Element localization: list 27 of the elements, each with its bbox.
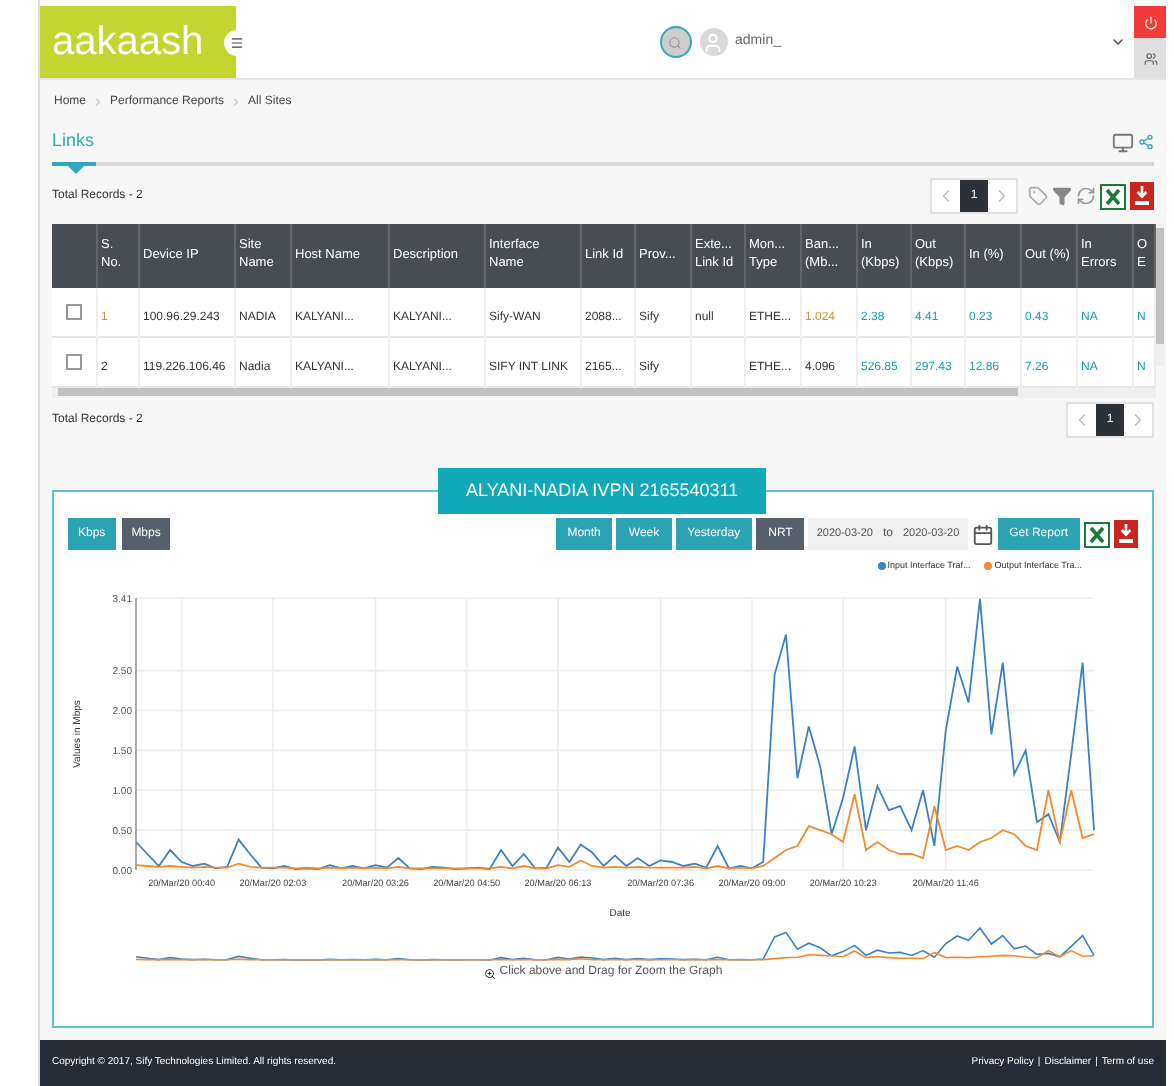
row-checkbox[interactable] <box>65 303 82 320</box>
search-icon[interactable] <box>668 35 683 49</box>
excel-icon[interactable] <box>1100 183 1126 209</box>
breadcrumb-chevron-icon <box>230 96 243 108</box>
caret-icon[interactable] <box>1110 34 1126 50</box>
breadcrumb-chevron-icon <box>92 96 105 108</box>
horizontal-scrollbar[interactable] <box>52 388 1155 398</box>
pdf-download-icon[interactable] <box>1130 182 1154 210</box>
search-button[interactable] <box>659 26 692 58</box>
menu-icon[interactable] <box>230 35 244 49</box>
pdf-download-icon[interactable] <box>1114 520 1138 548</box>
page-title: Links <box>52 128 95 155</box>
refresh-icon[interactable] <box>1076 186 1096 206</box>
tag-icon[interactable] <box>1028 186 1048 206</box>
monitor-icon[interactable] <box>1112 131 1134 153</box>
calendar-icon[interactable] <box>971 523 994 545</box>
users-icon[interactable] <box>1143 51 1157 65</box>
vertical-scrollbar[interactable] <box>1155 224 1163 366</box>
filter-icon[interactable] <box>1052 186 1072 206</box>
share-icon[interactable] <box>1138 134 1154 150</box>
power-icon[interactable] <box>1143 15 1157 29</box>
zoom-icon <box>483 967 496 979</box>
chart-title: ALYANI-NADIA IVPN 2165540311 <box>438 468 767 514</box>
row-checkbox[interactable] <box>65 353 82 370</box>
navigator-drawing[interactable] <box>135 926 1095 961</box>
excel-icon[interactable] <box>1084 521 1110 547</box>
tab-indicator <box>52 162 96 166</box>
